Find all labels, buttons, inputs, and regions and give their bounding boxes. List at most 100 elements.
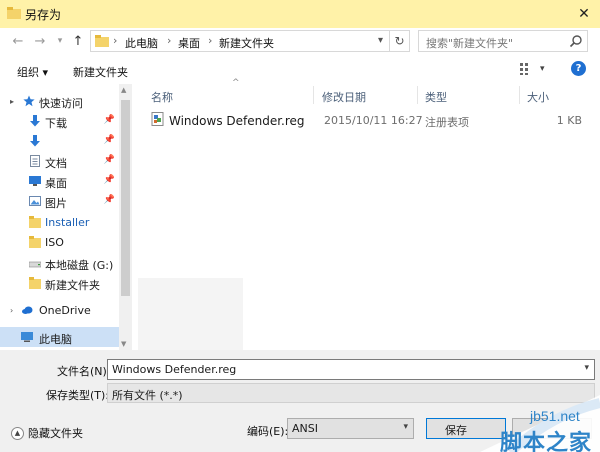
watermark-url: jb51.net bbox=[530, 408, 580, 424]
folder-icon bbox=[29, 216, 41, 228]
folder-icon bbox=[29, 236, 41, 248]
chevron-down-icon[interactable]: ▾ bbox=[403, 422, 408, 432]
filename-value: Windows Defender.reg bbox=[112, 363, 237, 376]
close-icon[interactable]: ✕ bbox=[578, 6, 590, 22]
hide-folders-label[interactable]: 隐藏文件夹 bbox=[28, 425, 83, 441]
column-size[interactable]: 大小 bbox=[527, 89, 549, 105]
pin-icon: 📌 bbox=[103, 195, 115, 205]
sidebar-item-quick-access[interactable]: 快速访问 bbox=[0, 91, 119, 111]
filename-input[interactable]: Windows Defender.reg ▾ bbox=[107, 359, 595, 380]
forward-icon[interactable]: → bbox=[32, 33, 48, 49]
help-icon[interactable]: ? bbox=[576, 63, 582, 74]
sidebar-item-pictures[interactable]: 图片 📌 bbox=[0, 191, 119, 211]
search-input[interactable]: 搜索"新建文件夹" bbox=[418, 30, 588, 52]
sidebar-item-downloads[interactable]: 下载 📌 bbox=[0, 111, 119, 131]
title-bar bbox=[0, 0, 600, 28]
organize-button[interactable]: 组织 ▾ bbox=[17, 64, 48, 80]
drag-ghost bbox=[138, 278, 243, 350]
save-label: 保存 bbox=[445, 424, 467, 437]
search-placeholder: 搜索"新建文件夹" bbox=[426, 37, 514, 50]
chevron-down-icon[interactable]: ▾ bbox=[378, 35, 383, 46]
sidebar-item-label: 图片 bbox=[45, 197, 67, 210]
sidebar-item-label: 此电脑 bbox=[39, 333, 72, 346]
sidebar-item-installer[interactable]: Installer bbox=[0, 212, 119, 232]
refresh-icon[interactable]: ↻ bbox=[394, 34, 404, 48]
watermark-text: 脚本之家 bbox=[500, 431, 593, 452]
sidebar-item-label: 文档 bbox=[45, 157, 67, 170]
back-icon[interactable]: ← bbox=[10, 33, 26, 49]
view-options-icon[interactable] bbox=[520, 63, 534, 75]
filename-label: 文件名(N): bbox=[57, 365, 111, 378]
encoding-label: 编码(E): bbox=[247, 425, 289, 438]
sidebar-item-local-disk-g[interactable]: 本地磁盘 (G:) bbox=[0, 253, 119, 273]
breadcrumb-new-folder[interactable]: 新建文件夹 bbox=[219, 35, 274, 51]
sidebar-item-label: 下载 bbox=[45, 117, 67, 130]
up-icon[interactable]: ↑ bbox=[70, 33, 86, 49]
download-icon bbox=[30, 135, 40, 147]
column-headers: ^ 名称 修改日期 类型 大小 bbox=[133, 78, 600, 106]
folder-icon bbox=[95, 35, 109, 47]
column-name[interactable]: 名称 bbox=[151, 89, 173, 105]
sidebar-item-label: ISO bbox=[45, 236, 64, 249]
cloud-icon bbox=[22, 306, 33, 314]
folder-icon bbox=[7, 7, 21, 19]
sidebar-item-label: OneDrive bbox=[39, 304, 91, 317]
sidebar-item-desktop[interactable]: 桌面 📌 bbox=[0, 171, 119, 191]
file-size: 1 KB bbox=[556, 114, 582, 127]
address-bar[interactable]: › 此电脑 › 桌面 › 新建文件夹 ▾ bbox=[90, 30, 390, 52]
sort-ascending-icon: ^ bbox=[232, 78, 240, 88]
pin-icon: 📌 bbox=[103, 115, 115, 125]
scroll-down-icon[interactable]: ▼ bbox=[121, 340, 126, 348]
column-divider[interactable] bbox=[313, 86, 314, 104]
breadcrumb-separator: › bbox=[167, 34, 172, 47]
star-icon bbox=[23, 95, 35, 107]
breadcrumb-separator: › bbox=[113, 34, 118, 47]
sidebar-item-onedrive[interactable]: OneDrive bbox=[0, 300, 119, 320]
breadcrumb-desktop[interactable]: 桌面 bbox=[178, 35, 200, 51]
document-icon bbox=[30, 155, 40, 167]
registry-file-icon bbox=[151, 112, 164, 126]
file-modified: 2015/10/11 16:27 bbox=[324, 114, 423, 127]
folder-icon bbox=[29, 277, 41, 289]
sidebar-item-iso[interactable]: ISO bbox=[0, 232, 119, 252]
column-type[interactable]: 类型 bbox=[425, 89, 447, 105]
file-row[interactable]: Windows Defender.reg 2015/10/11 16:27 注册… bbox=[133, 110, 600, 130]
refresh-button[interactable]: ↻ bbox=[390, 30, 410, 52]
navigation-pane: ▸ 快速访问 下载 📌 📌 文档 📌 桌面 📌 图片 📌 Installer I… bbox=[0, 84, 132, 350]
desktop-icon bbox=[29, 176, 41, 186]
drive-icon bbox=[29, 261, 41, 268]
help-button[interactable]: ? bbox=[571, 61, 586, 76]
search-icon[interactable] bbox=[569, 34, 583, 48]
chevron-down-icon[interactable]: ▾ bbox=[584, 363, 589, 373]
sidebar-item-download-pinned[interactable]: 📌 bbox=[0, 131, 119, 151]
scroll-up-icon[interactable]: ▲ bbox=[121, 86, 126, 94]
close-button[interactable]: ✕ bbox=[568, 0, 600, 28]
chevron-down-icon[interactable]: ▾ bbox=[540, 64, 545, 74]
file-name: Windows Defender.reg bbox=[169, 114, 305, 128]
sidebar-item-this-pc[interactable]: 此电脑 bbox=[0, 327, 119, 347]
sidebar-item-label: 快速访问 bbox=[39, 97, 83, 110]
sidebar-item-new-folder[interactable]: 新建文件夹 bbox=[0, 273, 119, 293]
recent-locations-icon[interactable]: ▾ bbox=[52, 33, 68, 49]
computer-icon bbox=[21, 332, 33, 342]
hide-folders-toggle[interactable]: ▲ 隐藏文件夹 bbox=[11, 425, 83, 441]
file-type: 注册表项 bbox=[425, 116, 469, 129]
pictures-icon bbox=[29, 196, 41, 206]
filetype-label: 保存类型(T): bbox=[46, 389, 110, 402]
encoding-select[interactable]: ANSI ▾ bbox=[287, 418, 414, 439]
new-folder-button[interactable]: 新建文件夹 bbox=[73, 64, 128, 80]
breadcrumb-this-pc[interactable]: 此电脑 bbox=[125, 35, 158, 51]
sidebar-item-label: 本地磁盘 (G:) bbox=[45, 259, 114, 272]
sidebar-item-documents[interactable]: 文档 📌 bbox=[0, 151, 119, 171]
sidebar-item-label: 新建文件夹 bbox=[45, 279, 100, 292]
filetype-value: 所有文件 (*.*) bbox=[112, 389, 183, 402]
scrollbar-thumb[interactable] bbox=[121, 100, 130, 296]
window-title: 另存为 bbox=[25, 8, 62, 22]
sidebar-item-label: 桌面 bbox=[45, 177, 67, 190]
column-modified[interactable]: 修改日期 bbox=[322, 89, 366, 105]
column-divider[interactable] bbox=[417, 86, 418, 104]
download-icon bbox=[30, 115, 40, 127]
pin-icon: 📌 bbox=[103, 135, 115, 145]
column-divider[interactable] bbox=[519, 86, 520, 104]
chevron-up-icon[interactable]: ▲ bbox=[11, 426, 24, 440]
